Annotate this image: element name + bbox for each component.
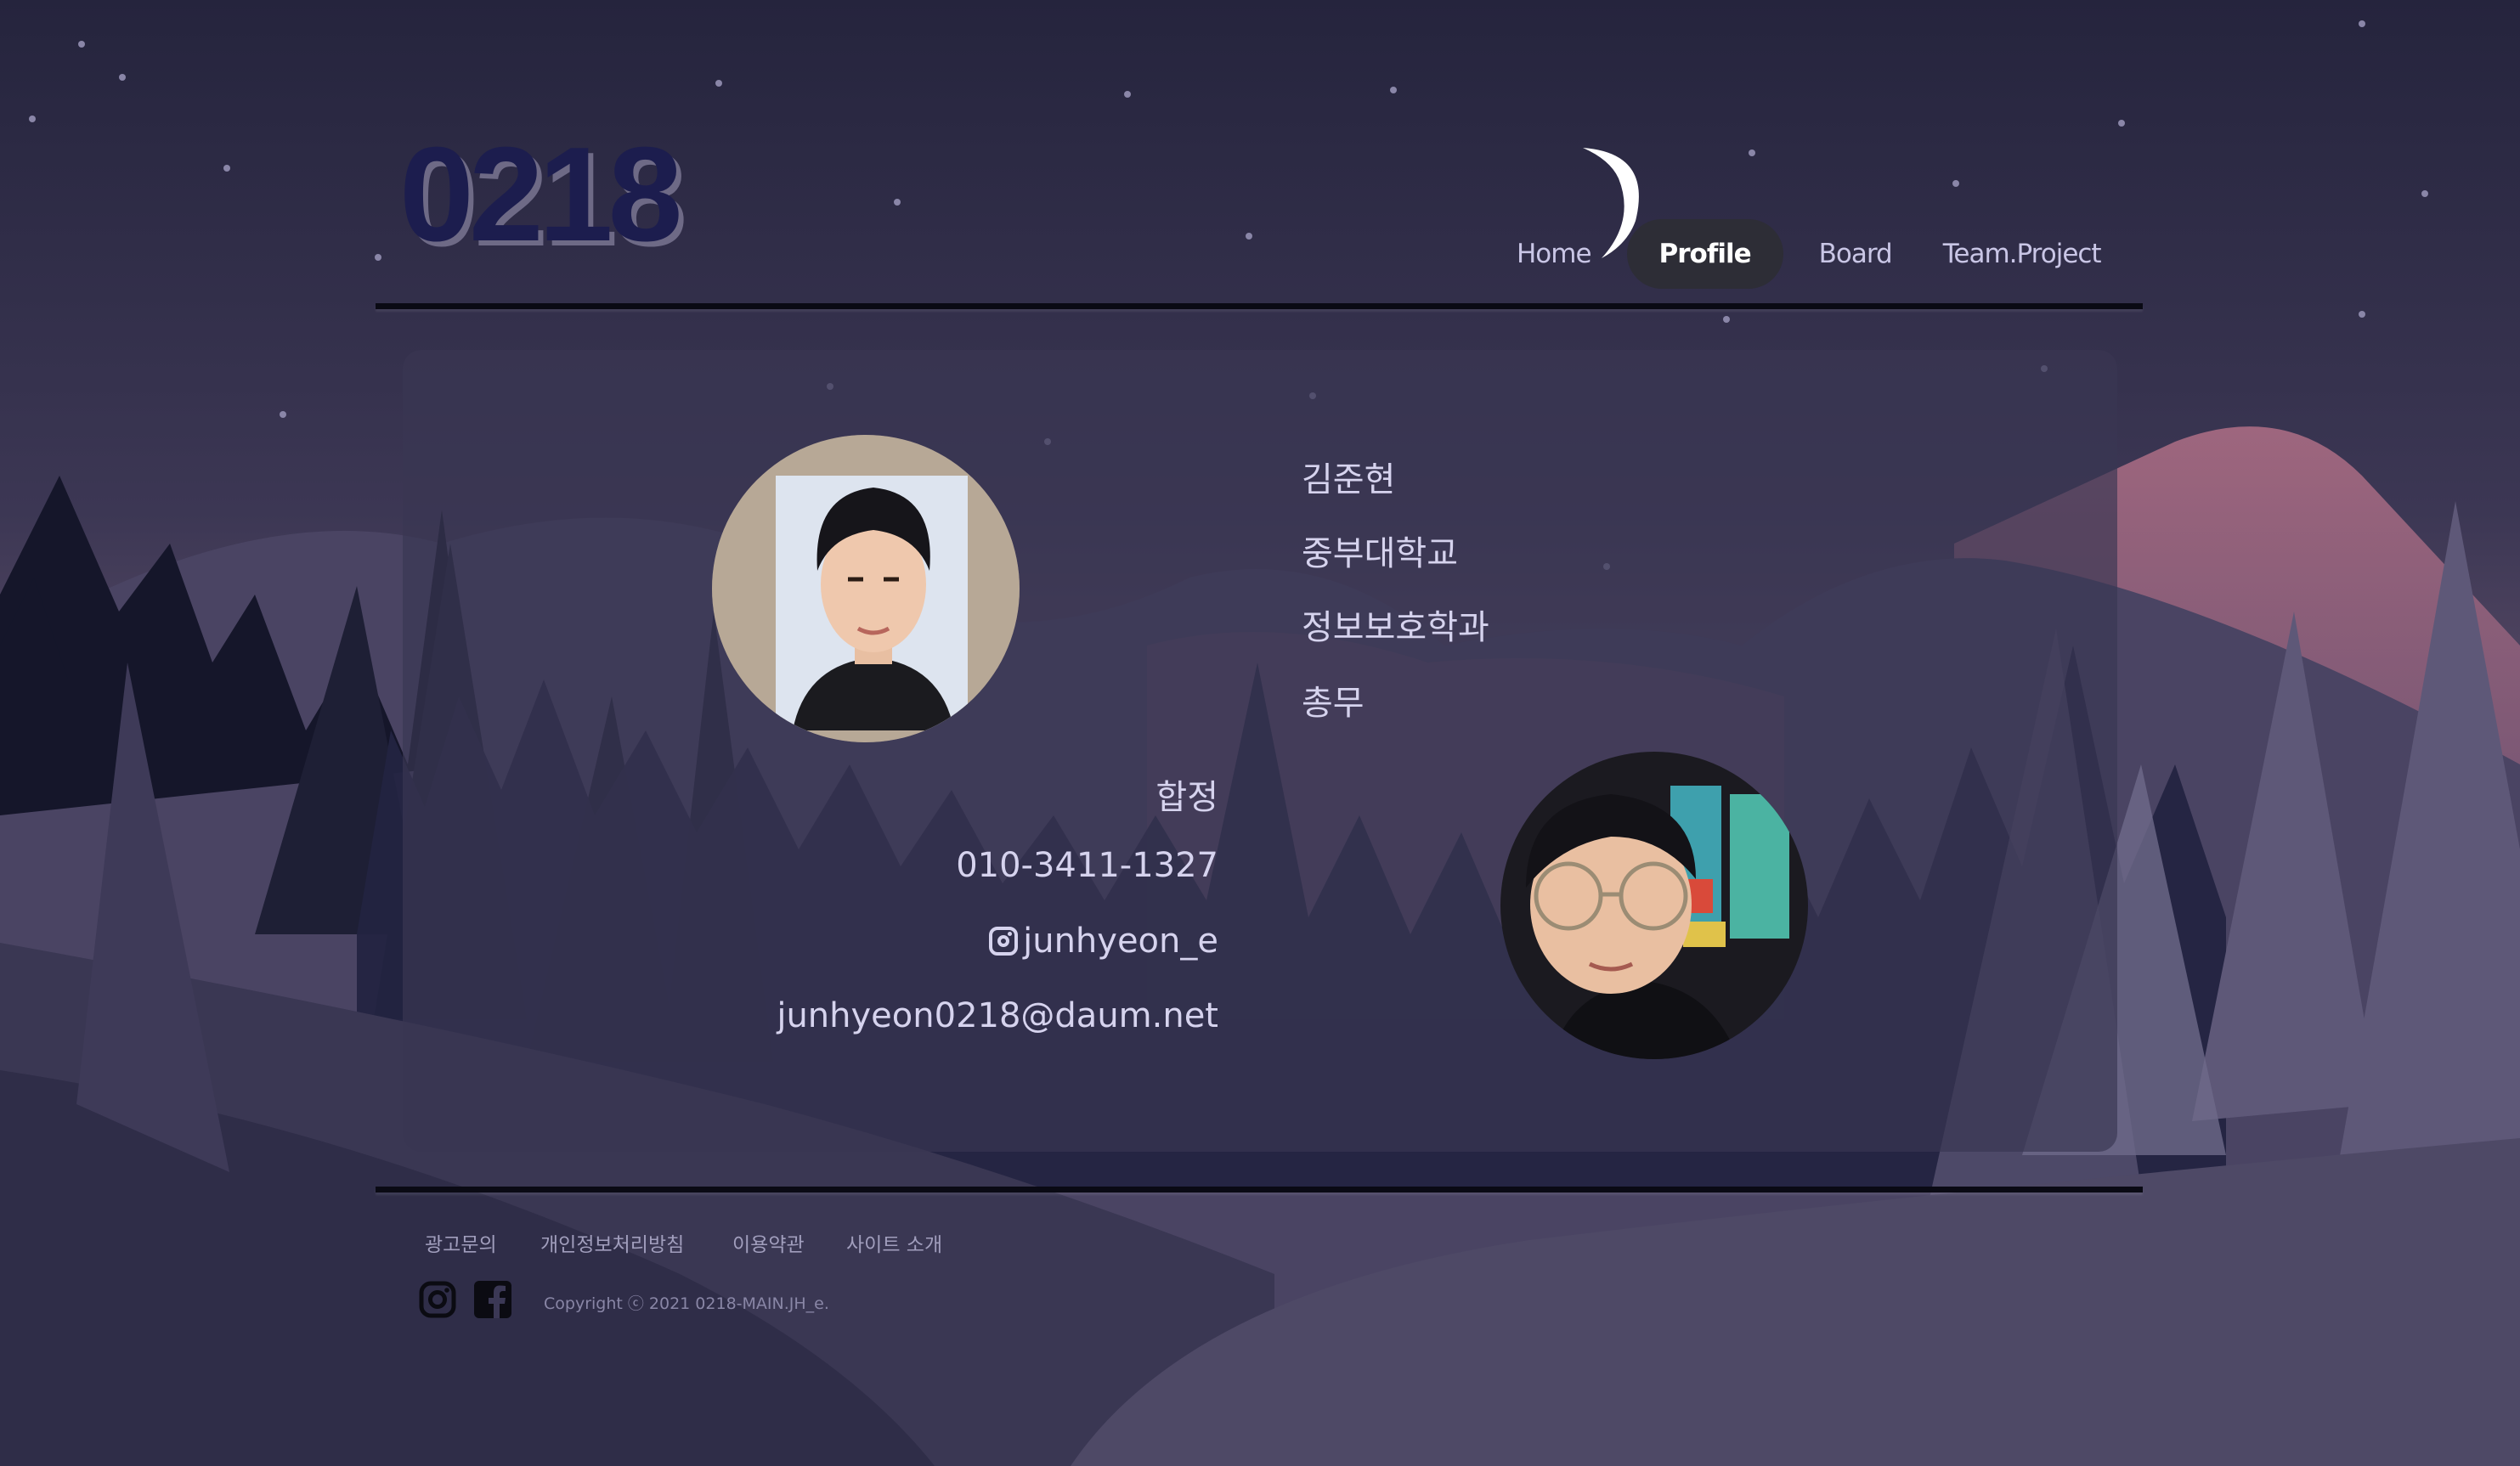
profile-name: 김준현 xyxy=(1302,460,1396,499)
nav-team-project[interactable]: Team.Project xyxy=(1918,219,2127,289)
profile-department: 정보보호학과 xyxy=(1302,608,1489,647)
instagram-icon[interactable] xyxy=(419,1281,456,1318)
footer-link-privacy[interactable]: 개인정보처리방침 xyxy=(540,1228,684,1257)
nav-home[interactable]: Home xyxy=(1491,219,1617,289)
instagram-handle: junhyeon_e xyxy=(1023,922,1218,961)
profile-instagram[interactable]: junhyeon_e xyxy=(989,922,1218,961)
facebook-icon[interactable] xyxy=(474,1281,511,1318)
selfie-portrait xyxy=(1500,752,1808,1059)
footer-divider xyxy=(376,1187,2143,1193)
profile-card xyxy=(403,350,2117,1152)
copyright-text: Copyright ⓒ 2021 0218-MAIN.JH_e. xyxy=(544,1294,829,1313)
profile-phone: 010-3411-1327 xyxy=(956,846,1218,885)
nav-profile[interactable]: Profile xyxy=(1626,219,1783,289)
instagram-icon xyxy=(989,927,1019,956)
profile-email[interactable]: junhyeon0218@daum.net xyxy=(777,996,1218,1035)
footer-link-about[interactable]: 사이트 소개 xyxy=(846,1228,942,1257)
header-divider xyxy=(376,303,2143,309)
profile-role: 총무 xyxy=(1302,684,1365,723)
footer-link-terms[interactable]: 이용약관 xyxy=(732,1228,805,1257)
profile-hobby: 합정 xyxy=(1155,778,1218,817)
nav-board[interactable]: Board xyxy=(1794,219,1918,289)
profile-school: 중부대학교 xyxy=(1302,534,1458,573)
id-photo-portrait xyxy=(712,435,1020,742)
site-logo[interactable]: 0218 xyxy=(399,127,682,262)
main-nav: Home Profile Board Team.Project xyxy=(1491,219,2127,289)
footer-link-ads[interactable]: 광고문의 xyxy=(425,1228,497,1257)
